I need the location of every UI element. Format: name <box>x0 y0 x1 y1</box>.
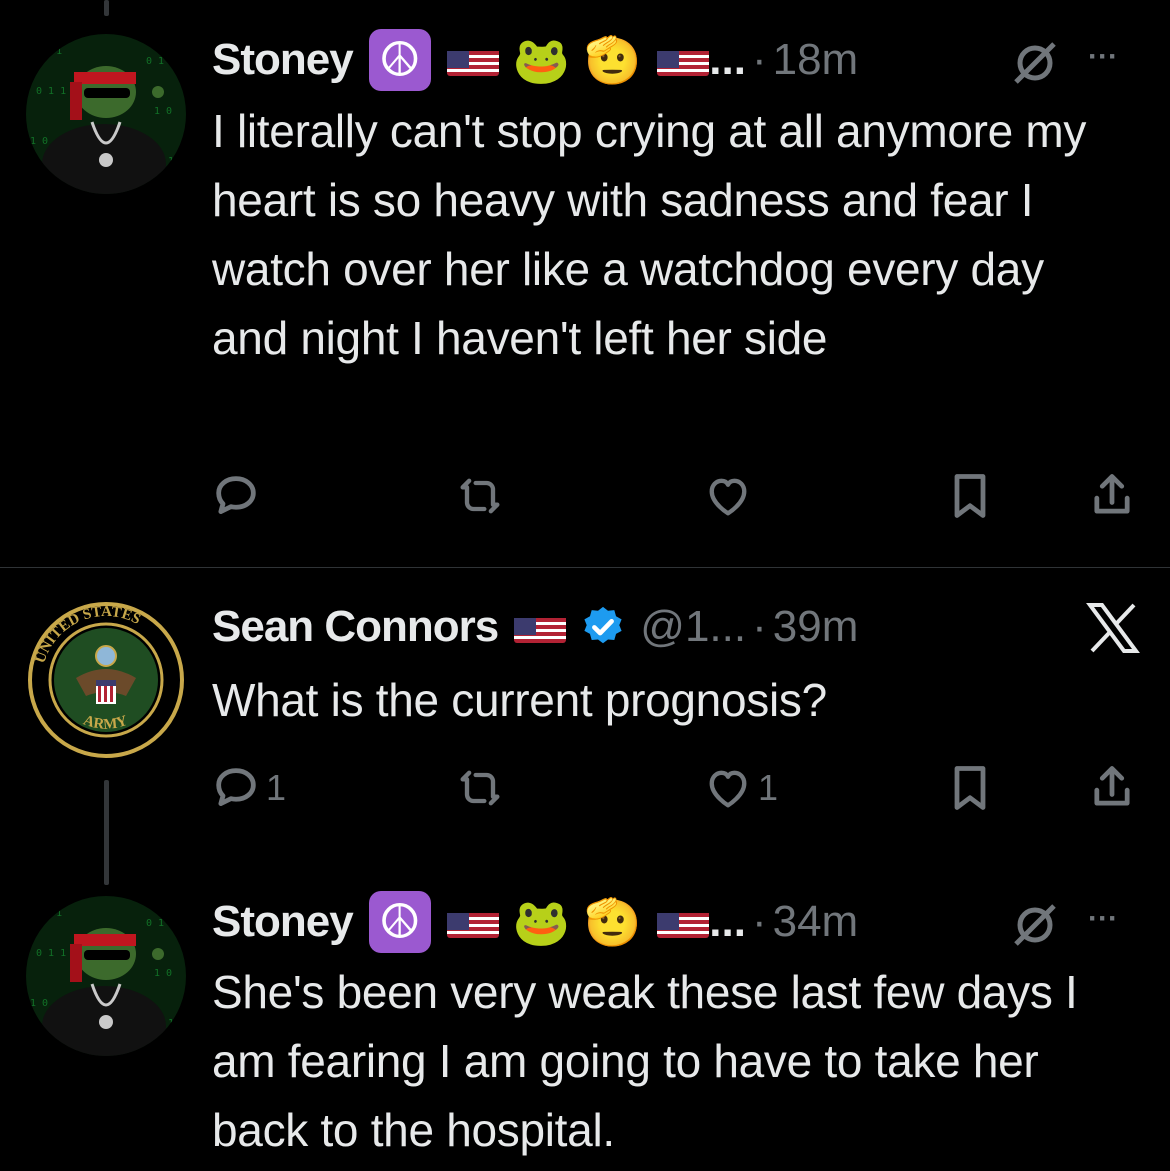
saluting-face-emoji: 🫡 <box>583 34 642 86</box>
svg-text:1 0 1: 1 0 1 <box>32 46 62 57</box>
bookmark-button[interactable] <box>944 762 996 814</box>
share-icon <box>1094 474 1130 514</box>
retweet-button[interactable] <box>454 762 506 814</box>
author-name[interactable]: Sean Connors <box>212 602 499 652</box>
timestamp[interactable]: 18m <box>773 35 859 85</box>
timestamp[interactable]: 39m <box>773 602 859 652</box>
like-button[interactable] <box>702 470 754 522</box>
saluting-face-emoji: 🫡 <box>583 896 642 948</box>
bookmark-button[interactable] <box>944 470 996 522</box>
svg-text:0 1: 0 1 <box>146 918 164 929</box>
retweet-button[interactable] <box>454 470 506 522</box>
separator-dot: · <box>751 35 767 84</box>
avatar-stoney[interactable]: 1 0 10 10 1 1 1 01 00 1 1 <box>26 34 186 194</box>
tweet-text: What is the current prognosis? <box>212 674 827 726</box>
peace-emoji: ☮ <box>368 29 431 91</box>
author-handle[interactable]: @1... <box>640 602 746 652</box>
more-icon[interactable]: ··· <box>1088 40 1118 74</box>
reply-button[interactable]: 1 <box>210 762 286 814</box>
us-flag-icon <box>446 906 499 938</box>
reply-button[interactable] <box>210 470 262 522</box>
like-button[interactable]: 1 <box>702 762 778 814</box>
tweet-2-header: Sean Connors @1... · 39m <box>212 597 858 657</box>
tweet-1-actions <box>210 470 1140 530</box>
retweet-icon <box>460 478 500 514</box>
more-icon[interactable]: ··· <box>1088 902 1118 936</box>
svg-text:1 0: 1 0 <box>30 136 48 147</box>
name-truncation: ... <box>709 35 746 84</box>
share-icon <box>1094 766 1130 806</box>
svg-text:0 1: 0 1 <box>146 56 164 67</box>
x-logo-icon <box>1086 603 1140 658</box>
us-flag-icon <box>657 906 710 938</box>
avatar-sean-connors[interactable]: UNITED STATES ARMY <box>26 600 186 760</box>
retweet-icon <box>460 770 500 806</box>
share-button[interactable] <box>1086 470 1138 522</box>
grok-slash-icon[interactable] <box>1010 900 1060 955</box>
separator-dot: · <box>751 897 767 946</box>
name-truncation: ... <box>709 897 746 946</box>
svg-text:1 0: 1 0 <box>154 968 172 979</box>
svg-text:1 0: 1 0 <box>154 106 172 117</box>
separator-dot: · <box>752 602 767 651</box>
heart-icon <box>709 478 747 516</box>
share-button[interactable] <box>1086 762 1138 814</box>
tweet-divider <box>0 567 1170 568</box>
peace-emoji: ☮ <box>368 891 431 953</box>
reply-icon <box>216 768 256 806</box>
svg-text:0 1 1: 0 1 1 <box>36 86 66 97</box>
us-flag-icon <box>446 44 499 76</box>
us-flag-icon <box>657 44 710 76</box>
tweet-text: I literally can't stop crying at all any… <box>212 105 1087 364</box>
thread-line-top <box>104 0 109 16</box>
tweet-3-header: Stoney ☮ 🐸 🫡 ... · 34m <box>212 891 859 953</box>
tweet-text: She's been very weak these last few days… <box>212 966 1078 1156</box>
svg-text:1 0 1: 1 0 1 <box>32 908 62 919</box>
tweet-1-header: Stoney ☮ 🐸 🫡 ... · 18m <box>212 29 859 91</box>
like-count: 1 <box>758 767 779 808</box>
frog-emoji: 🐸 <box>512 34 570 86</box>
reply-icon <box>216 476 256 514</box>
grok-slash-icon[interactable] <box>1010 38 1060 93</box>
author-name[interactable]: Stoney <box>212 35 354 85</box>
frog-emoji: 🐸 <box>512 896 570 948</box>
bookmark-icon <box>954 766 986 810</box>
verified-badge-icon <box>580 604 626 650</box>
tweet-2-actions: 1 1 <box>210 762 1140 822</box>
us-flag-icon <box>514 611 567 643</box>
heart-icon <box>709 770 747 808</box>
reply-count: 1 <box>266 767 287 808</box>
bookmark-icon <box>954 474 986 518</box>
timestamp[interactable]: 34m <box>773 897 859 947</box>
svg-text:0 1 1: 0 1 1 <box>36 948 66 959</box>
thread-line-middle <box>104 780 109 885</box>
avatar-stoney[interactable]: 1 0 10 10 1 1 1 01 00 1 1 <box>26 896 186 1056</box>
author-name[interactable]: Stoney <box>212 897 354 947</box>
svg-text:1 0: 1 0 <box>30 998 48 1009</box>
